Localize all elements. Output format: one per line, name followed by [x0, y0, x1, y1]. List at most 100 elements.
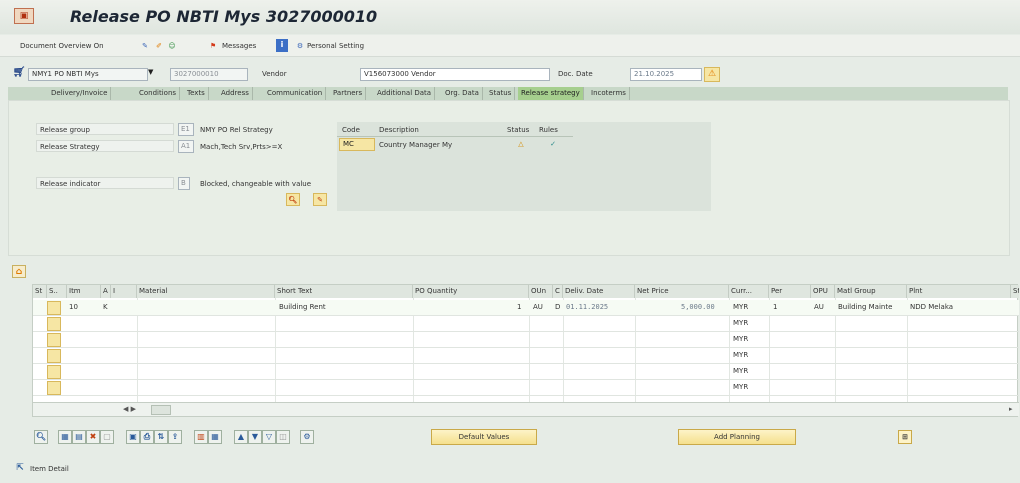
- col-code-header: Code: [342, 126, 360, 134]
- col-header[interactable]: PO Quantity: [413, 285, 529, 298]
- date-category-cell[interactable]: D: [555, 300, 560, 315]
- tab-org-data[interactable]: Org. Data: [442, 87, 483, 100]
- collapse-items-icon[interactable]: ⌂: [12, 265, 26, 278]
- table-row[interactable]: MYR: [33, 380, 1019, 396]
- export-icon[interactable]: ⇪: [168, 430, 182, 444]
- tab-communication[interactable]: Communication: [264, 87, 327, 100]
- other-document-icon[interactable]: ✎: [139, 40, 151, 52]
- warning-icon[interactable]: ⚠: [704, 67, 720, 82]
- table-row[interactable]: 10 K Building Rent 1 AU D 01.11.2025 5,0…: [33, 300, 1019, 316]
- horizontal-scrollbar[interactable]: ◀ ▶ ▸: [33, 402, 1019, 416]
- display-change-icon[interactable]: ✐: [153, 40, 165, 52]
- col-header[interactable]: Itm: [67, 285, 101, 298]
- row-selector[interactable]: [47, 349, 61, 363]
- delete-icon[interactable]: ✖: [86, 430, 100, 444]
- select-all-icon[interactable]: ▦: [58, 430, 72, 444]
- row-selector[interactable]: [47, 301, 61, 315]
- release-display-icon[interactable]: 🔍︎: [286, 193, 300, 206]
- col-header[interactable]: Short Text: [275, 285, 413, 298]
- print-icon[interactable]: ⎙: [140, 430, 154, 444]
- tab-delivery-invoice[interactable]: Delivery/Invoice: [48, 87, 112, 100]
- col-header[interactable]: A: [101, 285, 111, 298]
- messages-button[interactable]: Messages: [222, 42, 256, 50]
- release-rules-icon[interactable]: ✓: [547, 138, 559, 150]
- personal-setting-icon[interactable]: ⚙: [294, 40, 306, 52]
- row-selector[interactable]: [47, 381, 61, 395]
- scroll-thumb[interactable]: [151, 405, 171, 415]
- delivery-date-cell[interactable]: 01.11.2025: [566, 300, 608, 315]
- tab-address[interactable]: Address: [218, 87, 253, 100]
- col-header[interactable]: Per: [769, 285, 811, 298]
- col-header[interactable]: OPU: [811, 285, 835, 298]
- settings-icon[interactable]: ⚙: [300, 430, 314, 444]
- table-row[interactable]: MYR: [33, 332, 1019, 348]
- col-header[interactable]: Deliv. Date: [563, 285, 635, 298]
- personal-setting-button[interactable]: Personal Setting: [307, 42, 364, 50]
- default-values-button[interactable]: Default Values: [431, 429, 537, 445]
- sort-icon[interactable]: ⇅: [154, 430, 168, 444]
- table-row[interactable]: MYR: [33, 348, 1019, 364]
- flag-icon[interactable]: ⚑: [207, 40, 219, 52]
- account-assignment-cell[interactable]: K: [103, 300, 108, 315]
- row-selector[interactable]: [47, 365, 61, 379]
- tab-texts[interactable]: Texts: [184, 87, 209, 100]
- price-unit-cell[interactable]: 1: [773, 300, 777, 315]
- po-quantity-cell[interactable]: 1: [517, 300, 521, 315]
- document-overview-button[interactable]: Document Overview On: [20, 42, 104, 50]
- doc-date-field[interactable]: 21.10.2025: [630, 68, 702, 81]
- document-type-dropdown-icon[interactable]: ▼: [148, 68, 153, 76]
- col-header[interactable]: St: [33, 285, 47, 298]
- scroll-right-icon[interactable]: ▸: [1009, 405, 1013, 413]
- short-text-cell[interactable]: Building Rent: [279, 300, 326, 315]
- create-icon[interactable]: ▣: [126, 430, 140, 444]
- tab-release-strategy[interactable]: Release strategy: [518, 87, 584, 100]
- table-row[interactable]: MYR: [33, 364, 1019, 380]
- table-icon[interactable]: ▦: [208, 430, 222, 444]
- sort-ascending-icon[interactable]: ▲: [234, 430, 248, 444]
- release-change-icon[interactable]: ✎: [313, 193, 327, 206]
- sort-descending-icon[interactable]: ▼: [248, 430, 262, 444]
- order-price-unit-cell[interactable]: AU: [814, 300, 824, 315]
- deselect-all-icon[interactable]: ▤: [72, 430, 86, 444]
- tab-incoterms[interactable]: Incoterms: [588, 87, 630, 100]
- plant-cell[interactable]: NDD Melaka: [910, 300, 953, 315]
- check-icon[interactable]: ☺: [166, 40, 178, 52]
- add-planning-button[interactable]: Add Planning: [678, 429, 796, 445]
- tab-status[interactable]: Status: [486, 87, 516, 100]
- find-icon[interactable]: ◫: [276, 430, 290, 444]
- filter-icon[interactable]: ▽: [262, 430, 276, 444]
- col-header[interactable]: I: [111, 285, 137, 298]
- release-code-cell[interactable]: MC: [339, 138, 375, 151]
- calendar-icon[interactable]: ▥: [194, 430, 208, 444]
- col-header[interactable]: Material: [137, 285, 275, 298]
- tab-additional-data[interactable]: Additional Data: [374, 87, 436, 100]
- scroll-left-icon[interactable]: ◀ ▶: [123, 405, 136, 413]
- col-header[interactable]: Matl Group: [835, 285, 907, 298]
- col-header[interactable]: Plnt: [907, 285, 1011, 298]
- vendor-field[interactable]: V156073000 Vendor: [360, 68, 550, 81]
- col-header[interactable]: S..: [47, 285, 67, 298]
- col-header[interactable]: St: [1011, 285, 1019, 298]
- tab-partners[interactable]: Partners: [330, 87, 367, 100]
- item-detail-toggle-icon[interactable]: ⇱: [12, 462, 28, 475]
- row-selector[interactable]: [47, 333, 61, 347]
- item-details-icon[interactable]: 🔍︎: [34, 430, 48, 444]
- col-header[interactable]: Curr...: [729, 285, 769, 298]
- item-number-cell[interactable]: 10: [69, 300, 78, 315]
- page-icon[interactable]: ⊞: [898, 430, 912, 444]
- document-type-field[interactable]: NMY1 PO NBTI Mys: [28, 68, 148, 81]
- col-header[interactable]: C: [553, 285, 563, 298]
- col-header[interactable]: OUn: [529, 285, 553, 298]
- doc-date-label: Doc. Date: [558, 70, 593, 78]
- item-detail-label[interactable]: Item Detail: [30, 465, 69, 473]
- order-unit-cell[interactable]: AU: [533, 300, 543, 315]
- copy-icon[interactable]: ▢: [100, 430, 114, 444]
- row-selector[interactable]: [47, 317, 61, 331]
- table-row[interactable]: MYR: [33, 316, 1019, 332]
- help-icon[interactable]: i: [276, 39, 288, 52]
- net-price-cell[interactable]: 5,000.00: [681, 300, 715, 315]
- col-header[interactable]: Net Price: [635, 285, 729, 298]
- tab-conditions[interactable]: Conditions: [136, 87, 181, 100]
- application-toolbar: Document Overview On ✎ ✐ ☺ ⚑ Messages i …: [0, 35, 1020, 57]
- material-group-cell[interactable]: Building Mainte: [838, 300, 892, 315]
